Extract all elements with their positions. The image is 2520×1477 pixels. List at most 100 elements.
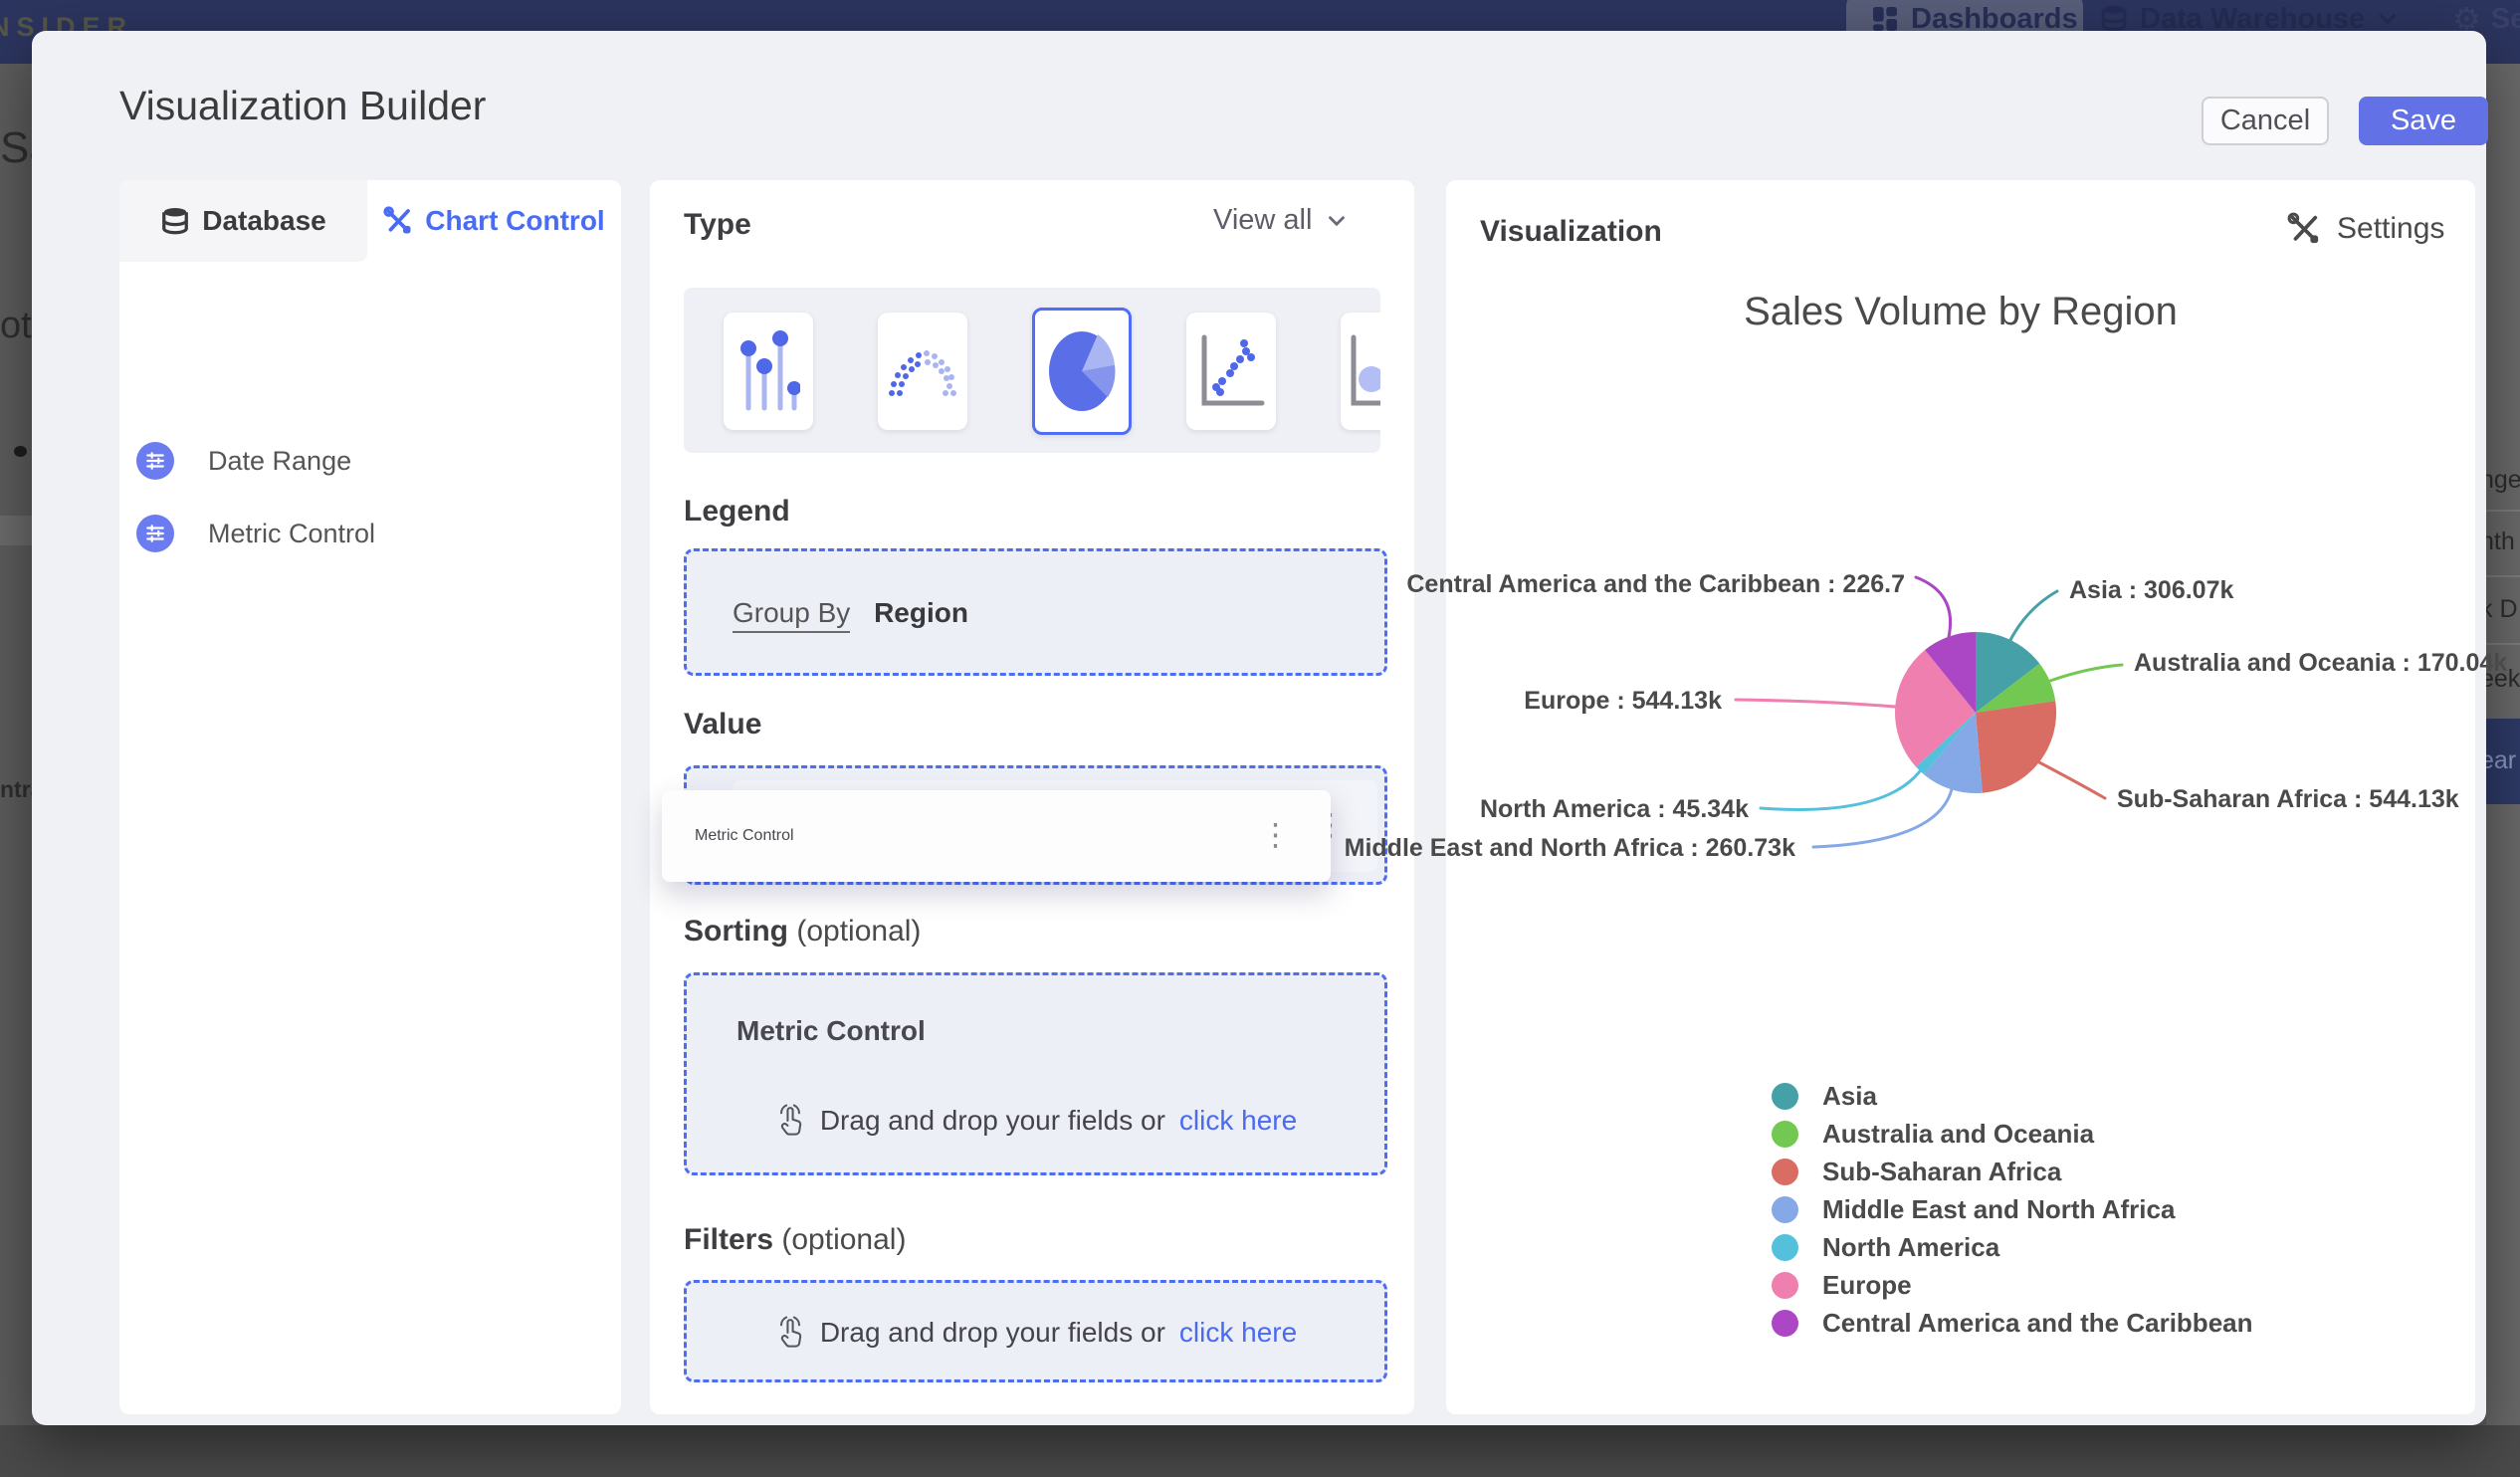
bubble-chart-icon (1351, 334, 1380, 406)
dimmed-page-right: nge nth k D eek ear (2486, 64, 2520, 1425)
sorting-dropzone[interactable]: Metric Control Drag and drop your fields… (684, 972, 1387, 1175)
visualization-builder-modal: Visualization Builder Cancel Save Databa… (32, 31, 2508, 1425)
value-header: Value (684, 708, 762, 740)
sorting-header: Sorting (optional) (684, 915, 922, 948)
group-by-value: Region (874, 597, 968, 628)
pie-slice-label: North America : 45.34k (1479, 795, 1749, 823)
dnd-line: Drag and drop your fields or click here (687, 1103, 1384, 1139)
chart-type-scatter[interactable] (1186, 313, 1276, 430)
bg-bullet (14, 446, 27, 457)
pie-slice-label: Europe : 544.13k (1524, 687, 1722, 715)
legend-item[interactable]: Middle East and North Africa (1772, 1194, 2175, 1225)
group-by-line: Group By Region (733, 597, 968, 633)
pie-leader-line (2037, 760, 2107, 800)
legend-label: Asia (1822, 1081, 1877, 1111)
visualization-panel: Visualization Settings Sales Volume by R… (1345, 180, 2508, 1414)
legend-item[interactable]: North America (1772, 1232, 1999, 1263)
legend-dot (1772, 1083, 1798, 1110)
dnd-text: Drag and drop your fields or (819, 1105, 1165, 1136)
screen: NSIDER Dashboards Data Warehouse ⚙ Se S … (0, 0, 2520, 1477)
dimmed-page-left: Sal ota ntral (0, 64, 32, 1425)
tab-chart-control-label: Chart Control (425, 205, 605, 236)
pie-leader-line (1759, 769, 1922, 811)
bg-fragment: ntral (0, 776, 32, 802)
sorting-chip-label: Metric Control (736, 1015, 926, 1046)
legend-item[interactable]: Central America and the Caribbean (1772, 1308, 2253, 1339)
legend-label: North America (1822, 1232, 2000, 1262)
tap-hand-icon (779, 1104, 802, 1136)
legend-item[interactable]: Asia (1772, 1081, 1877, 1112)
lollipop-chart-icon (740, 330, 800, 411)
legend-dot (1772, 1310, 1798, 1337)
sidebar-item-label: Date Range (208, 445, 352, 476)
pie-slice-label: Asia : 306.07k (2069, 576, 2234, 604)
filters-dropzone[interactable]: Drag and drop your fields or click here (684, 1280, 1387, 1382)
tune-icon (136, 515, 174, 552)
kebab-menu-icon[interactable]: ⋮ (1260, 820, 1291, 851)
pie-chart-area: Asia : 306.07k Australia and Oceania : 17… (1345, 180, 2508, 1414)
chart-type-pie[interactable] (1032, 308, 1132, 435)
view-all-label: View all (1213, 204, 1313, 236)
pie-leader-line (2048, 663, 2124, 683)
value-dropzone[interactable]: Metric Control ⋮ Metric Control ⋮ (662, 765, 1387, 885)
legend-label: Central America and the Caribbean (1822, 1308, 2253, 1338)
save-button[interactable]: Save (2359, 97, 2488, 145)
bg-menu-fragment: k D (2486, 595, 2518, 623)
bg-fragment: Sal (0, 123, 32, 172)
sidebar-item-date-range[interactable]: Date Range (136, 433, 594, 489)
bg-menu-fragment: nge (2486, 466, 2520, 494)
legend-label: Australia and Oceania (1822, 1119, 2095, 1149)
group-by-link[interactable]: Group By (733, 597, 851, 633)
legend-dot (1772, 1234, 1798, 1261)
dnd-click-here[interactable]: click here (1179, 1317, 1297, 1349)
dragging-chip-label: Metric Control (695, 827, 794, 844)
tab-database-label: Database (202, 205, 326, 236)
tap-hand-icon (779, 1316, 802, 1348)
pie-leader-line (1914, 575, 1953, 639)
chevron-down-icon (1329, 215, 1346, 226)
legend-item[interactable]: Europe (1772, 1270, 1912, 1301)
chevron-down-icon (2380, 14, 2397, 25)
type-header: Type (684, 208, 751, 241)
pie-slice-label: Sub-Saharan Africa : 544.13k (2117, 785, 2459, 813)
legend-label: Sub-Saharan Africa (1822, 1157, 2062, 1186)
legend-dot (1772, 1121, 1798, 1148)
dnd-line: Drag and drop your fields or click here (687, 1315, 1384, 1351)
pie-slice[interactable] (1976, 701, 2057, 793)
legend-dot (1772, 1272, 1798, 1299)
legend-dot (1772, 1196, 1798, 1223)
dragging-chip[interactable]: Metric Control ⋮ (662, 790, 1331, 882)
sidebar-panel: Database Chart Control Date Range Metric… (119, 180, 621, 1414)
dimmed-page-bottom (0, 1425, 2520, 1477)
scatter-chart-icon (1201, 334, 1265, 406)
bg-menu-fragment: nth (2486, 528, 2515, 555)
pie-slice-label: Central America and the Caribbean : 226.… (1406, 570, 1905, 598)
pie-slice-label: Australia and Oceania : 170.04k (2134, 649, 2508, 677)
legend-label: Middle East and North Africa (1822, 1194, 2176, 1224)
tune-icon (136, 442, 174, 480)
chart-type-list (684, 288, 1380, 453)
legend-item[interactable]: Australia and Oceania (1772, 1119, 2094, 1150)
optional-suffix: (optional) (781, 1223, 907, 1256)
pie-slice-label: Middle East and North Africa : 260.73k (1344, 834, 1795, 862)
pie-chart-icon (1049, 331, 1116, 411)
view-all-dropdown[interactable]: View all (1213, 204, 1350, 237)
tab-chart-control[interactable]: Chart Control (367, 180, 621, 262)
legend-dropzone[interactable]: Group By Region (684, 548, 1387, 676)
cancel-button[interactable]: Cancel (2202, 97, 2329, 145)
tab-database[interactable]: Database (119, 180, 367, 262)
legend-item[interactable]: Sub-Saharan Africa (1772, 1157, 2061, 1187)
sidebar-item-label: Metric Control (208, 518, 376, 548)
chart-type-lollipop[interactable] (724, 313, 813, 430)
nav-settings-label: Se (2490, 2, 2520, 35)
dnd-click-here[interactable]: click here (1179, 1105, 1297, 1137)
arc-dot-chart-icon (889, 350, 956, 396)
database-icon (162, 208, 189, 235)
legend-dot (1772, 1159, 1798, 1185)
chart-type-arc-dots[interactable] (878, 313, 967, 430)
legend-label: Europe (1822, 1270, 1912, 1300)
chart-type-bubble[interactable] (1341, 313, 1380, 430)
sidebar-item-metric-control[interactable]: Metric Control (136, 506, 594, 561)
pie-leader-line (2008, 589, 2059, 642)
optional-suffix: (optional) (796, 915, 922, 948)
